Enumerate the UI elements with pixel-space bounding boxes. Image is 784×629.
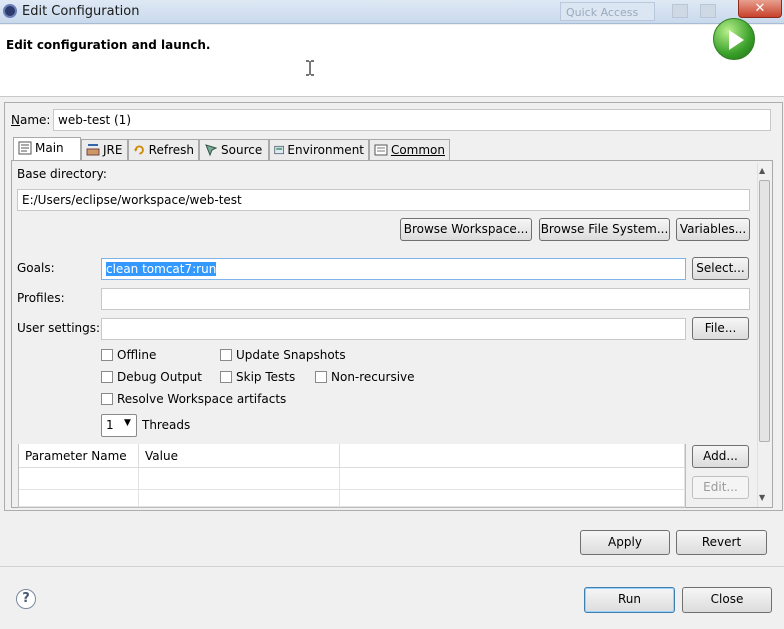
quick-access-field[interactable]: Quick Access [560, 2, 655, 21]
variables-button[interactable]: Variables... [676, 218, 750, 241]
update-snapshots-checkbox[interactable]: Update Snapshots [220, 348, 346, 362]
column-header-value[interactable]: Value [139, 444, 340, 468]
apply-button[interactable]: Apply [580, 530, 670, 555]
run-launch-icon [713, 18, 755, 60]
table-cell[interactable] [139, 490, 340, 507]
tab-environment[interactable]: Environment [269, 139, 369, 160]
dialog-header [0, 25, 784, 97]
threads-value: 1 [106, 418, 114, 432]
tab-refresh[interactable]: Refresh [128, 139, 199, 160]
browse-workspace-button[interactable]: Browse Workspace... [400, 218, 532, 241]
non-recursive-checkbox[interactable]: Non-recursive [315, 370, 415, 384]
scrollbar-thumb[interactable] [759, 180, 770, 442]
environment-icon [274, 145, 285, 155]
goals-label: Goals: [17, 261, 55, 275]
header-message: Edit configuration and launch. [6, 38, 211, 52]
update-snapshots-box[interactable] [220, 349, 232, 361]
tab-refresh-label: Refresh [148, 143, 194, 157]
common-icon [374, 144, 388, 156]
source-icon [205, 144, 218, 157]
window-close-button[interactable]: ✕ [738, 0, 782, 18]
perspective-icon[interactable] [672, 4, 688, 18]
name-input[interactable]: web-test (1) [53, 109, 771, 131]
main-tab-icon [18, 141, 32, 155]
edit-parameter-button[interactable]: Edit... [692, 476, 749, 499]
tab-main-label: Main [35, 141, 64, 155]
file-button[interactable]: File... [692, 317, 749, 340]
debug-output-checkbox[interactable]: Debug Output [101, 370, 202, 384]
java-perspective-icon[interactable] [700, 4, 716, 18]
window-title: Edit Configuration [22, 4, 140, 19]
name-label: Name: [11, 113, 51, 127]
scroll-up-icon[interactable]: ▲ [759, 166, 765, 175]
revert-button[interactable]: Revert [676, 530, 767, 555]
offline-checkbox[interactable]: Offline [101, 348, 156, 362]
offline-box[interactable] [101, 349, 113, 361]
tab-source[interactable]: Source [199, 139, 269, 160]
tab-common[interactable]: Common [369, 139, 450, 160]
run-button[interactable]: Run [584, 587, 675, 613]
select-button[interactable]: Select... [692, 257, 749, 280]
threads-label: Threads [142, 418, 191, 432]
table-cell[interactable] [19, 490, 139, 507]
text-cursor-icon [306, 60, 314, 76]
tab-jre-label: JRE [103, 143, 123, 157]
skip-tests-label: Skip Tests [236, 370, 296, 384]
user-settings-label: User settings: [17, 321, 101, 335]
debug-output-label: Debug Output [117, 370, 202, 384]
column-header-blank [340, 444, 685, 468]
eclipse-icon [3, 4, 17, 18]
user-settings-input[interactable] [101, 318, 686, 340]
tab-main[interactable]: Main [13, 137, 81, 161]
jre-icon [86, 144, 100, 156]
tab-jre[interactable]: JRE [81, 139, 128, 160]
profiles-label: Profiles: [17, 291, 65, 305]
debug-output-box[interactable] [101, 371, 113, 383]
update-snapshots-label: Update Snapshots [236, 348, 346, 362]
browse-file-system-button[interactable]: Browse File System... [539, 218, 670, 241]
column-header-parameter-name[interactable]: Parameter Name [19, 444, 139, 468]
tab-source-label: Source [221, 143, 263, 157]
skip-tests-checkbox[interactable]: Skip Tests [220, 370, 295, 384]
resolve-workspace-checkbox[interactable]: Resolve Workspace artifacts [101, 392, 286, 406]
resolve-workspace-label: Resolve Workspace artifacts [117, 392, 287, 406]
threads-dropdown[interactable]: 1 ▼ [101, 414, 137, 437]
non-recursive-label: Non-recursive [331, 370, 415, 384]
base-directory-label: Base directory: [17, 167, 107, 181]
close-button[interactable]: Close [682, 587, 772, 613]
chevron-down-icon: ▼ [124, 418, 131, 428]
non-recursive-box[interactable] [315, 371, 327, 383]
offline-label: Offline [117, 348, 157, 362]
table-cell[interactable] [139, 468, 340, 490]
table-cell[interactable] [340, 490, 685, 507]
help-icon[interactable]: ? [16, 589, 36, 609]
tab-common-label: Common [390, 143, 445, 157]
tab-environment-label: Environment [287, 143, 364, 157]
skip-tests-box[interactable] [220, 371, 232, 383]
table-cell[interactable] [340, 468, 685, 490]
table-cell[interactable] [19, 468, 139, 490]
scroll-down-icon[interactable]: ▼ [759, 493, 765, 502]
goals-input[interactable]: clean tomcat7:run [101, 258, 686, 280]
base-directory-input[interactable]: E:/Users/eclipse/workspace/web-test [17, 189, 750, 211]
refresh-icon [133, 145, 144, 155]
resolve-workspace-box[interactable] [101, 393, 113, 405]
goals-selected-text: clean tomcat7:run [106, 262, 217, 276]
profiles-input[interactable] [101, 288, 750, 310]
add-parameter-button[interactable]: Add... [692, 445, 749, 468]
footer-separator [0, 566, 784, 567]
